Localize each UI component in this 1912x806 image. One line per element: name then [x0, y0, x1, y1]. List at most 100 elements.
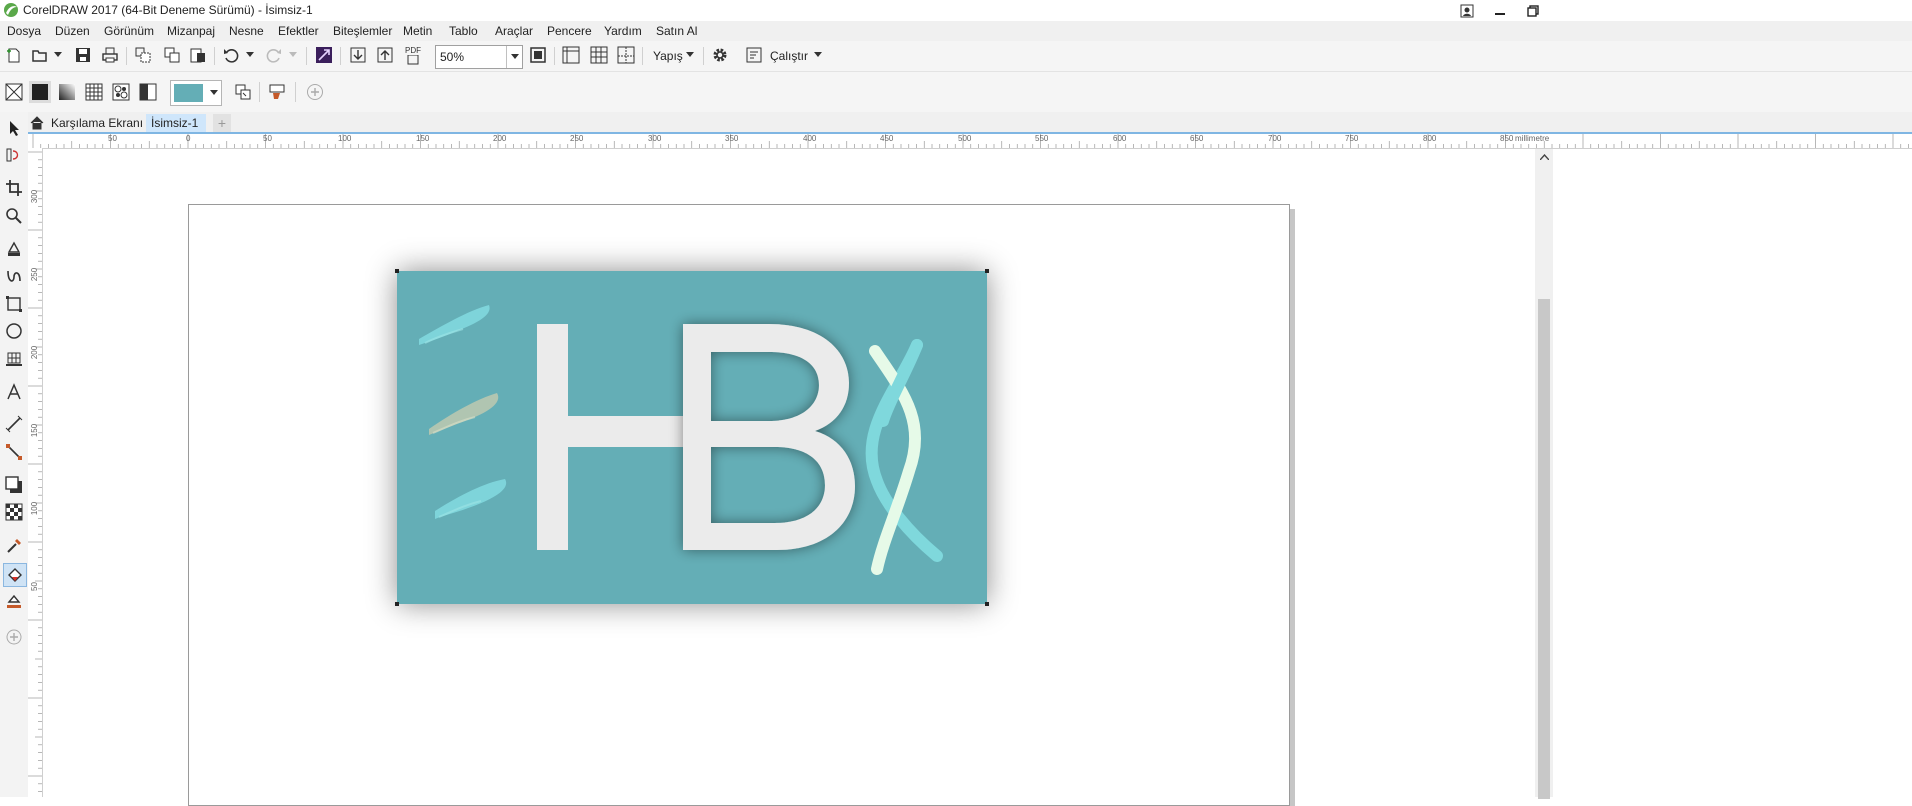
open-dropdown-button[interactable] — [52, 49, 64, 61]
snap-to-dropdown-button[interactable] — [684, 49, 696, 61]
undo-dropdown-button[interactable] — [244, 49, 256, 61]
zoom-level-combo[interactable]: 50% — [435, 45, 523, 69]
new-tab-button[interactable]: + — [213, 114, 231, 132]
swap-colors-button[interactable] — [232, 81, 254, 103]
search-content-button[interactable] — [314, 45, 334, 65]
document-tab-bar: Karşılama Ekranı İsimsiz-1 + — [28, 112, 1912, 134]
publish-pdf-button[interactable]: PDF — [402, 44, 424, 66]
selection-handle-bottom-right[interactable] — [985, 602, 989, 606]
selection-handle-bottom-left[interactable] — [395, 602, 399, 606]
menu-buy[interactable]: Satın Al — [656, 24, 697, 38]
guidelines-icon — [617, 46, 635, 64]
menu-object[interactable]: Nesne — [229, 24, 264, 38]
vertical-scrollbar[interactable] — [1535, 149, 1553, 799]
text-tool[interactable] — [3, 381, 25, 403]
ruler-label: 400 — [803, 134, 817, 143]
parallel-dimension-tool[interactable] — [3, 413, 25, 435]
application-launcher-button[interactable] — [744, 45, 764, 65]
user-badge-icon — [1460, 4, 1474, 17]
polygon-tool[interactable] — [3, 347, 25, 369]
quick-customize-button[interactable] — [304, 81, 326, 103]
paste-button[interactable] — [188, 45, 208, 65]
vector-pattern-icon — [85, 83, 103, 101]
options-button[interactable] — [710, 45, 730, 65]
freehand-tool[interactable] — [3, 238, 25, 260]
menu-effects[interactable]: Efektler — [278, 24, 319, 38]
ruler-label: 300 — [30, 189, 40, 204]
show-rulers-button[interactable] — [561, 45, 581, 65]
scroll-up-button[interactable] — [1538, 151, 1550, 163]
color-eyedropper-tool[interactable] — [3, 535, 25, 557]
smart-fill-tool[interactable] — [3, 590, 25, 612]
ruler-label: 0 — [186, 134, 191, 143]
bitmap-pattern-fill-button[interactable] — [110, 81, 132, 103]
menu-text[interactable]: Metin — [403, 24, 432, 38]
no-fill-button[interactable] — [3, 81, 25, 103]
shape-tool[interactable] — [3, 144, 25, 166]
menu-layout[interactable]: Mizanpaj — [167, 24, 215, 38]
redo-button[interactable] — [264, 45, 284, 65]
horizontal-ruler[interactable]: 50 0 50 100 150 200 250 300 350 400 450 … — [28, 134, 1912, 149]
minimize-button[interactable] — [1487, 1, 1513, 20]
menu-help[interactable]: Yardım — [604, 24, 642, 38]
vertical-ruler[interactable]: 300 250 200 150 100 50 — [28, 148, 43, 797]
ruler-label: 50 — [263, 134, 272, 143]
add-tool-button[interactable] — [3, 626, 25, 648]
export-button[interactable] — [375, 45, 395, 65]
edit-fill-button[interactable] — [266, 81, 288, 103]
selection-handle-top-right[interactable] — [985, 269, 989, 273]
launcher-dropdown-button[interactable] — [812, 49, 824, 61]
scrollbar-thumb[interactable] — [1538, 299, 1550, 799]
paste-icon — [190, 48, 205, 63]
connector-tool[interactable] — [3, 441, 25, 463]
menu-edit[interactable]: Düzen — [55, 24, 90, 38]
drop-shadow-tool[interactable] — [3, 474, 25, 496]
redo-icon — [266, 49, 281, 63]
snap-to-label[interactable]: Yapış — [653, 49, 683, 63]
artistic-media-tool[interactable] — [3, 265, 25, 287]
restore-button[interactable] — [1520, 1, 1546, 20]
application-launcher-label[interactable]: Çalıştır — [770, 49, 808, 63]
uniform-fill-button[interactable] — [29, 81, 51, 103]
help-user-button[interactable] — [1454, 1, 1480, 20]
menu-view[interactable]: Görünüm — [104, 24, 154, 38]
crop-tool[interactable] — [3, 177, 25, 199]
menu-table[interactable]: Tablo — [449, 24, 478, 38]
selection-handle-top-left[interactable] — [395, 269, 399, 273]
copy-icon — [164, 47, 180, 63]
tab-welcome-screen[interactable]: Karşılama Ekranı — [30, 114, 143, 132]
menu-window[interactable]: Pencere — [547, 24, 592, 38]
show-grid-button[interactable] — [589, 45, 609, 65]
fountain-fill-button[interactable] — [56, 81, 78, 103]
ruler-label: 850 — [1500, 134, 1514, 143]
two-color-pattern-fill-button[interactable] — [137, 81, 159, 103]
vector-pattern-fill-button[interactable] — [83, 81, 105, 103]
rectangle-tool[interactable] — [3, 293, 25, 315]
save-button[interactable] — [73, 45, 93, 65]
fill-color-picker[interactable] — [170, 80, 222, 106]
chevron-down-icon — [209, 90, 218, 95]
pick-tool[interactable] — [3, 117, 25, 139]
zoom-dropdown-button[interactable] — [506, 46, 522, 68]
ellipse-tool[interactable] — [3, 320, 25, 342]
import-button[interactable] — [348, 45, 368, 65]
full-screen-preview-button[interactable] — [528, 45, 548, 65]
zoom-tool[interactable] — [3, 205, 25, 227]
fill-color-dropdown-button[interactable] — [206, 81, 221, 105]
transparency-tool[interactable] — [3, 501, 25, 523]
menu-file[interactable]: Dosya — [7, 24, 41, 38]
copy-button[interactable] — [162, 45, 182, 65]
cut-button[interactable] — [133, 45, 153, 65]
menu-bitmaps[interactable]: Biteşlemler — [333, 24, 392, 38]
open-button[interactable] — [30, 45, 50, 65]
redo-dropdown-button[interactable] — [287, 49, 299, 61]
menu-tools[interactable]: Araçlar — [495, 24, 533, 38]
save-icon — [76, 48, 90, 62]
show-guidelines-button[interactable] — [616, 45, 636, 65]
logo-artwork[interactable] — [397, 271, 987, 604]
undo-button[interactable] — [221, 45, 241, 65]
new-document-button[interactable] — [4, 45, 24, 65]
tab-document[interactable]: İsimsiz-1 — [146, 114, 207, 132]
interactive-fill-tool[interactable] — [3, 563, 27, 587]
print-button[interactable] — [100, 45, 120, 65]
